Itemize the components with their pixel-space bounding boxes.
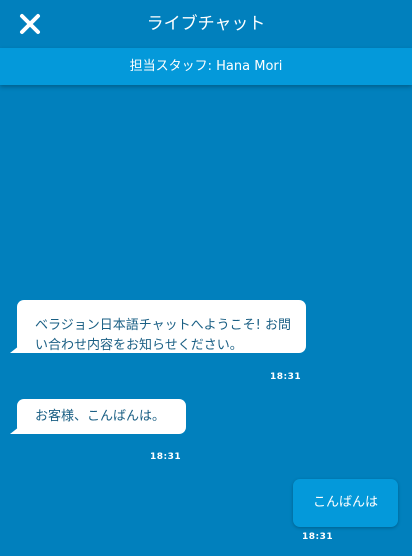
message-timestamp: 18:31 (270, 372, 302, 382)
agent-message: ベラジョン日本語チャットへようこそ! お問い合わせ内容をお知らせください。 (10, 300, 306, 353)
staff-bar: 担当スタッフ: Hana Mori (0, 48, 412, 85)
message-timestamp: 18:31 (302, 532, 334, 542)
user-message: こんばんは (293, 479, 398, 527)
user-message-text: こんばんは (312, 495, 378, 510)
agent-message: お客様、こんばんは。 (10, 399, 186, 434)
agent-message-text: お客様、こんばんは。 (35, 409, 166, 424)
agent-message-bubble: ベラジョン日本語チャットへようこそ! お問い合わせ内容をお知らせください。 (10, 300, 306, 353)
chat-header: ライブチャット (0, 0, 412, 48)
chat-message-list[interactable]: ベラジョン日本語チャットへようこそ! お問い合わせ内容をお知らせください。 18… (0, 85, 412, 556)
header-title: ライブチャット (146, 14, 266, 34)
agent-message-text: ベラジョン日本語チャットへようこそ! お問い合わせ内容をお知らせください。 (35, 318, 291, 353)
agent-message-bubble: お客様、こんばんは。 (10, 399, 186, 434)
message-timestamp: 18:31 (150, 452, 182, 462)
user-message-bubble: こんばんは (293, 479, 398, 527)
